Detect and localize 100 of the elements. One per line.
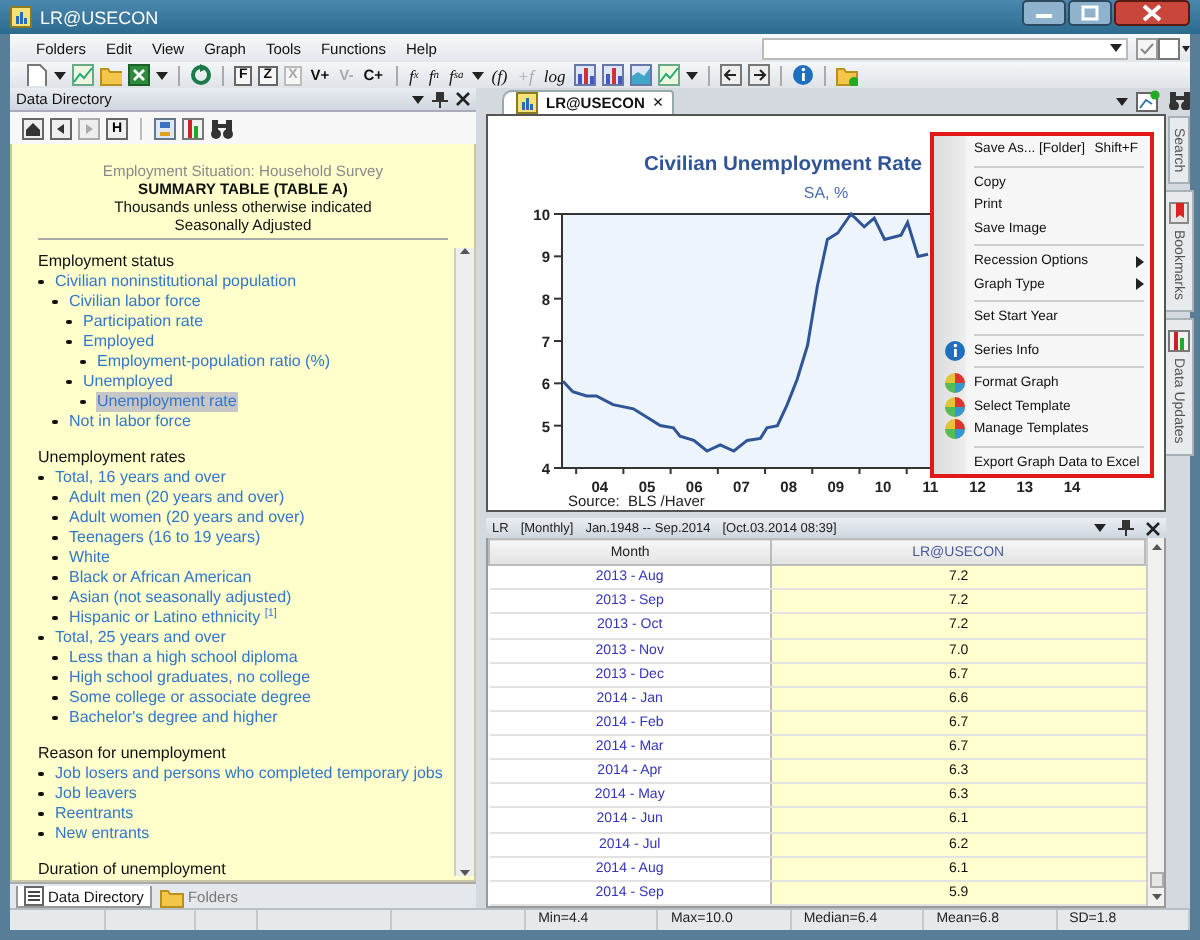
tree-link[interactable]: Civilian noninstitutional population [53,272,299,292]
tree-link[interactable]: Adult women (20 years and over) [67,508,307,528]
toolbar-button[interactable]: (f) [489,65,510,85]
search-icon[interactable] [210,117,235,139]
pin-icon[interactable] [1118,520,1134,536]
info-icon[interactable] [791,64,814,86]
caret-icon[interactable] [471,71,484,79]
close-icon[interactable] [1114,0,1190,26]
tree-link[interactable]: Teenagers (16 to 19 years) [67,528,263,548]
toolbar-button[interactable]: log [541,65,568,85]
arrow-down-icon[interactable] [460,870,470,876]
section-heading: Unemployment rates [36,448,188,468]
home-icon[interactable] [22,117,44,139]
palette-icon [943,372,965,395]
palette-icon [943,418,965,441]
caret-icon[interactable] [54,71,66,79]
refresh-icon[interactable] [190,64,212,86]
section-heading: Employment status [36,252,177,272]
tree-link[interactable]: Total, 25 years and over [53,628,228,648]
list-bullet [52,419,57,425]
close-button[interactable]: × [652,94,664,112]
tree-link[interactable]: Employment-population ratio (%) [95,352,332,372]
arrow-up-icon[interactable] [1151,544,1161,550]
close-icon[interactable] [456,92,470,106]
arrow-up-icon[interactable] [460,248,470,254]
bar-chart-icon[interactable] [573,64,596,86]
area-chart-icon[interactable] [629,64,652,86]
tree-link[interactable]: Participation rate [81,312,206,332]
list-bullet [52,555,57,561]
bookmark-icon [1167,202,1189,225]
tree-link[interactable]: Some college or associate degree [67,688,313,708]
tree-link[interactable]: Asian (not seasonally adjusted) [67,588,294,608]
folder-add-icon[interactable] [835,64,858,86]
list-bullet [52,615,57,621]
tree-link[interactable]: Unemployed [81,372,175,392]
tree-link[interactable]: Adult men (20 years and over) [67,488,287,508]
list-bullet [52,575,57,581]
updates-icon[interactable] [182,117,205,139]
pin-icon[interactable] [432,91,448,107]
check-icon[interactable] [1136,37,1158,59]
tree-link[interactable]: White [67,548,112,568]
list-bullet [38,831,43,837]
chart-subtitle: SA, % [803,184,849,202]
tree-link[interactable]: Black or African American [67,568,254,588]
tree-link[interactable]: Not in labor force [67,412,193,432]
list-bullet [52,715,57,721]
list-bullet [52,595,57,601]
dropdown-icon[interactable] [1094,524,1106,532]
back-icon[interactable] [50,117,72,139]
list-bullet [66,319,71,325]
tree-link[interactable]: Employed [81,332,157,352]
tree-link[interactable]: Bachelor's degree and higher [67,708,280,728]
list-bullet [66,339,71,345]
tree-link[interactable]: Less than a high school diploma [67,648,300,668]
list-bullet [80,399,85,405]
bar-chart-icon[interactable] [601,64,624,86]
close-icon[interactable] [1146,521,1160,535]
list-bullet [38,475,43,481]
tree-link[interactable]: Job losers and persons who completed temporary jobs [53,764,445,784]
section-heading: Duration of unemployment [36,860,228,880]
app-icon [10,6,32,28]
palette-icon [943,395,965,418]
dropdown-icon[interactable] [1116,97,1128,105]
dropdown-icon[interactable] [1158,37,1190,59]
arrow-right-icon[interactable] [747,64,770,86]
minimize-icon[interactable] [1022,0,1066,26]
arrow-left-icon[interactable] [719,64,742,86]
list-bullet [38,791,43,797]
dropdown-icon[interactable] [412,95,424,103]
scroll-thumb[interactable] [1149,872,1163,888]
tree-link[interactable]: Total, 16 years and over [53,468,228,488]
spreadsheet-icon[interactable] [128,64,150,86]
tree-link[interactable]: Civilian labor force [67,292,203,312]
caret-icon[interactable] [156,71,168,79]
list-bullet [52,695,57,701]
tree-link[interactable]: Reentrants [53,804,136,824]
window-title: LR@USECON [40,7,161,27]
list-bullet [52,535,57,541]
tree-link[interactable]: Job leavers [53,784,139,804]
tree-link[interactable]: High school graduates, no college [67,668,313,688]
list-bullet [38,635,43,641]
tree-link[interactable]: New entrants [53,824,152,844]
section-heading: Reason for unemployment [36,744,228,764]
caret-icon[interactable] [685,71,698,79]
add-chart-icon[interactable] [1136,89,1160,113]
list-bullet [38,279,43,285]
arrow-down-icon[interactable] [1151,894,1161,900]
list-bullet [38,811,43,817]
list-icon [24,886,44,906]
tree-link[interactable]: Hispanic or Latino ethnicity $^{[1]}$ [67,608,279,628]
updates-icon [1167,330,1189,353]
maximize-icon[interactable] [1068,0,1112,26]
list-bullet [52,495,57,501]
search-icon[interactable] [1167,90,1189,110]
info-icon [943,339,965,362]
list-bullet [52,655,57,661]
list-bullet [52,675,57,681]
caret-icon [1110,44,1122,52]
tree-icon[interactable] [154,117,177,139]
list-bullet [66,379,71,385]
